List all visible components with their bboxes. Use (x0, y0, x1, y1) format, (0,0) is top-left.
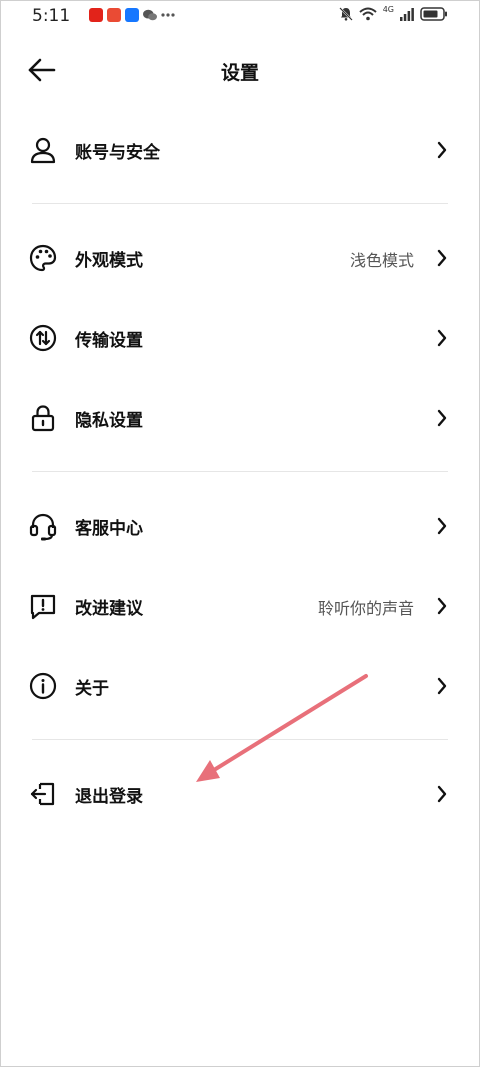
network-type: 4G (382, 4, 394, 14)
status-right: 4G (338, 4, 448, 21)
palette-icon (29, 244, 57, 272)
app-icon-blue (125, 8, 139, 22)
settings-item-transfer[interactable]: 传输设置 (0, 308, 480, 368)
feedback-value: 聆听你的声音 (317, 599, 414, 618)
battery-icon (420, 7, 447, 21)
chevron-right-icon (437, 677, 447, 695)
chevron-right-icon (437, 785, 447, 803)
chevron-right-icon (437, 141, 447, 159)
status-time: 5:11 (32, 6, 71, 26)
chevron-right-icon (437, 329, 447, 347)
settings-item-label: 改进建议 (75, 599, 143, 619)
wifi-icon (359, 7, 377, 21)
section-divider (32, 471, 448, 472)
app-icon-orange (107, 8, 121, 22)
wechat-icon (143, 9, 157, 21)
settings-item-feedback[interactable]: 改进建议 聆听你的声音 (0, 576, 480, 636)
info-icon (29, 672, 57, 700)
chevron-right-icon (437, 409, 447, 427)
settings-item-account[interactable]: 账号与安全 (0, 120, 480, 180)
top-bar: 设置 (0, 44, 480, 96)
signal-icon (400, 8, 414, 21)
settings-item-logout[interactable]: 退出登录 (0, 764, 480, 824)
logout-label: 退出登录 (75, 787, 143, 807)
transfer-icon (29, 324, 57, 352)
feedback-icon (30, 594, 56, 620)
app-icon-red (89, 8, 103, 22)
settings-item-label: 隐私设置 (75, 411, 143, 431)
headset-icon (29, 513, 57, 541)
appearance-value: 浅色模式 (349, 251, 414, 270)
settings-item-label: 关于 (75, 679, 109, 699)
settings-item-label: 传输设置 (75, 331, 143, 351)
notification-icons (89, 8, 175, 22)
settings-item-privacy[interactable]: 隐私设置 (0, 388, 480, 448)
chevron-right-icon (437, 597, 447, 615)
more-dots-icon (161, 13, 175, 17)
lock-icon (31, 405, 55, 432)
mute-bell-icon (338, 7, 353, 21)
settings-item-label: 客服中心 (75, 519, 143, 539)
settings-item-label: 账号与安全 (75, 143, 160, 163)
section-divider (32, 203, 448, 204)
settings-item-appearance[interactable]: 外观模式 浅色模式 (0, 228, 480, 288)
settings-item-about[interactable]: 关于 (0, 656, 480, 716)
logout-icon (30, 782, 55, 806)
settings-item-label: 外观模式 (75, 251, 143, 271)
status-bar: 5:11 4G (0, 0, 480, 32)
section-divider (32, 739, 448, 740)
user-icon (30, 137, 56, 164)
settings-item-support[interactable]: 客服中心 (0, 496, 480, 556)
page-title: 设置 (220, 62, 259, 84)
chevron-right-icon (437, 249, 447, 267)
chevron-right-icon (437, 517, 447, 535)
